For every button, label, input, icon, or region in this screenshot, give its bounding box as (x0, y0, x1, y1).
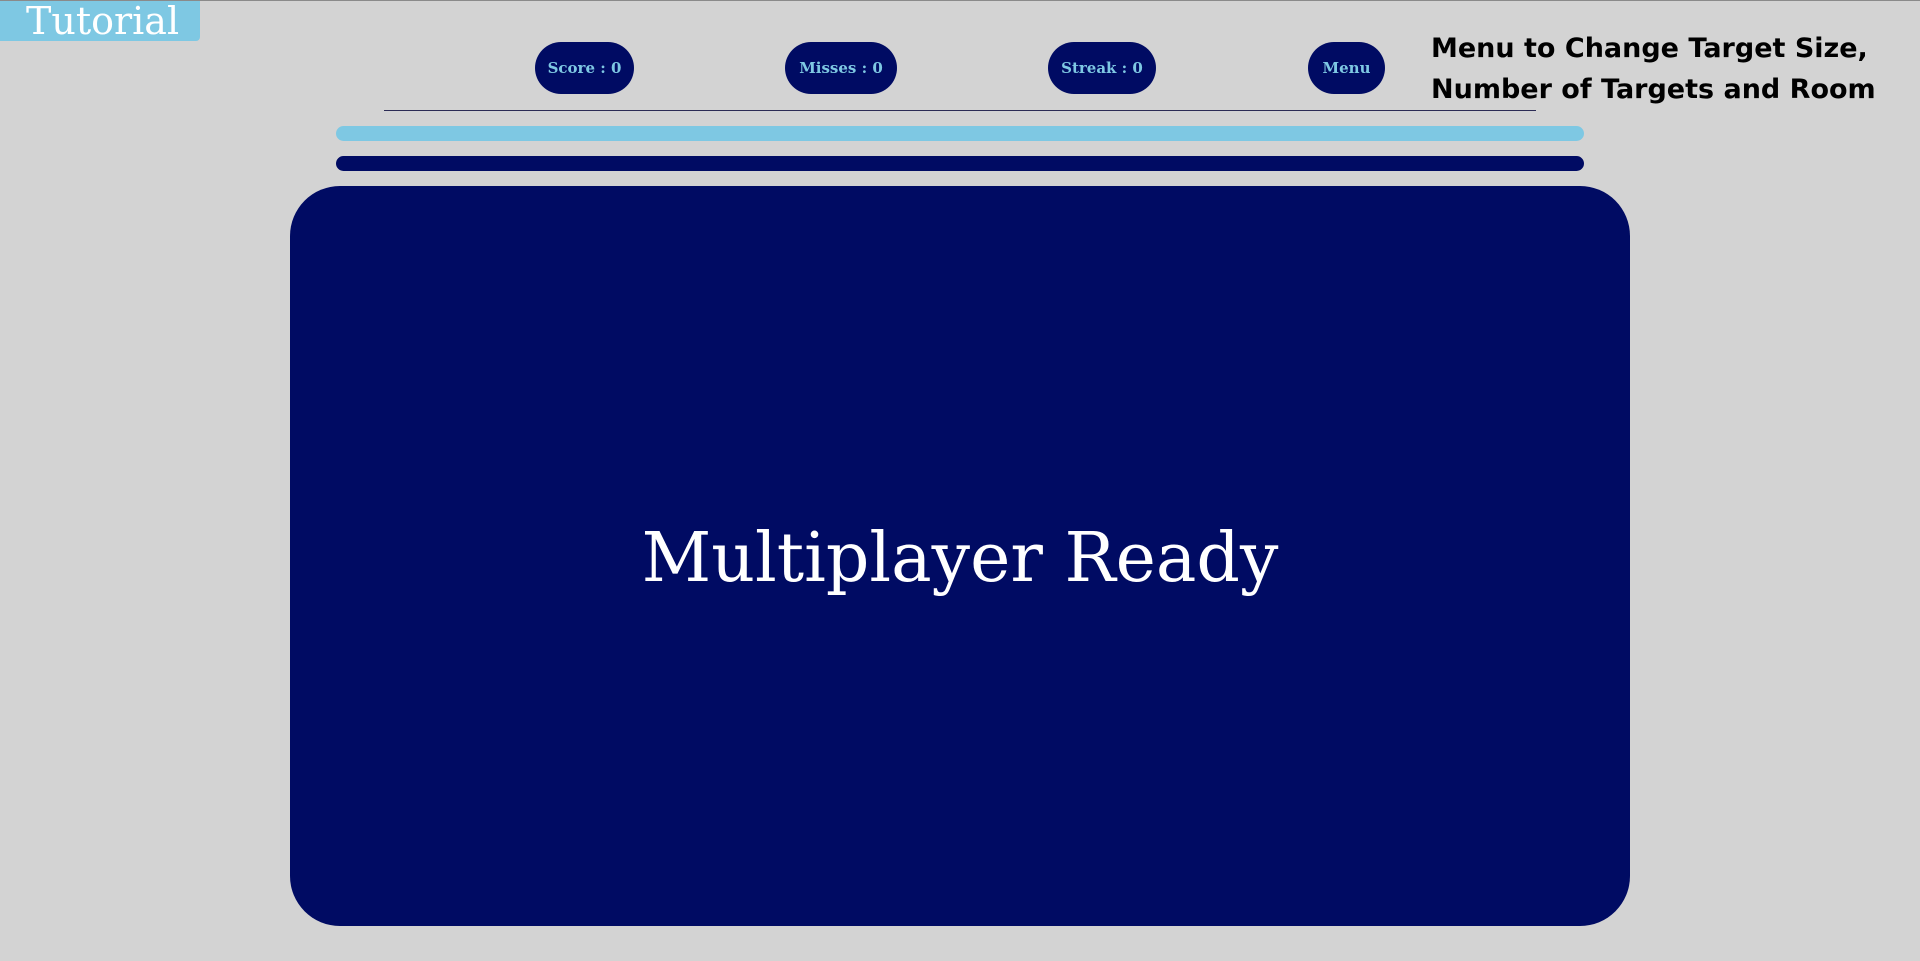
game-status-text: Multiplayer Ready (641, 518, 1279, 598)
streak-counter[interactable]: Streak : 0 (1048, 42, 1156, 94)
annotation-line-2: Number of Targets and Room (1431, 74, 1876, 105)
annotation-line-1: Menu to Change Target Size, (1431, 33, 1868, 64)
hud-divider (384, 110, 1536, 111)
score-counter[interactable]: Score : 0 (535, 42, 634, 94)
light-progress-bar (336, 126, 1584, 141)
menu-button[interactable]: Menu (1308, 42, 1385, 94)
top-border (0, 0, 1920, 1)
dark-progress-bar (336, 156, 1584, 171)
menu-annotation: Menu to Change Target Size, Number of Ta… (1431, 28, 1911, 110)
game-area[interactable]: Multiplayer Ready (290, 186, 1630, 926)
tutorial-button[interactable]: Tutorial (0, 1, 200, 41)
misses-counter[interactable]: Misses : 0 (785, 42, 897, 94)
